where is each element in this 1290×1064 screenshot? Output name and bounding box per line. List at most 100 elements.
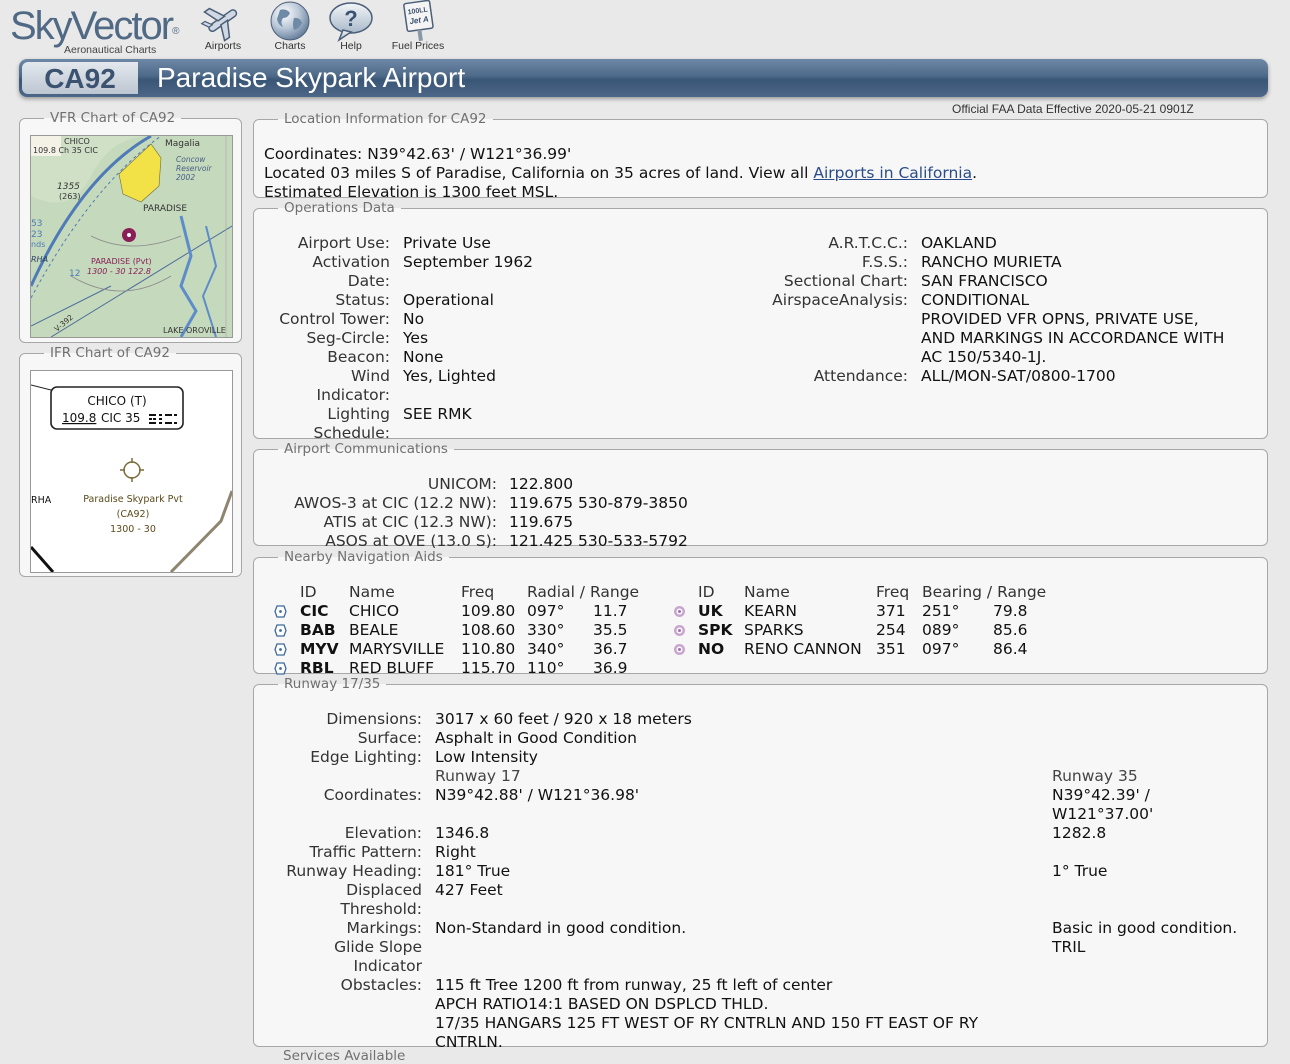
surface-label: Surface: [357,729,422,747]
svg-text:Paradise Skypark Pvt: Paradise Skypark Pvt [83,494,183,505]
navaid-row-freq: 351 [876,640,906,658]
ifr-enroute-map: CHICO (T) 109.8 CIC 35 RHA Paradise Skyp… [31,371,232,572]
navaid-row-freq: 371 [876,602,906,620]
fss-value: RANCHO MURIETA [921,253,1062,271]
airport-name: Paradise Skypark Airport [157,62,466,93]
vfr-chart-image[interactable]: CHICO 109.8 Ch 35 CIC Magalia Concow Res… [30,135,233,338]
rwy17-coordinates: N39°42.88' / W121°36.98' [435,786,640,804]
control-tower-label: Control Tower: [279,310,390,328]
obstacles-line-3: 17/35 HANGARS 125 FT WEST OF RY CNTRLN A… [435,1014,979,1032]
airspace-analysis-note-1: PROVIDED VFR OPNS, PRIVATE USE, [921,310,1199,328]
navaid-row-name: KEARN [744,602,797,620]
svg-text:53: 53 [31,219,42,229]
glide-slope-label-2: Indicator [353,957,423,975]
ifr-chart-panel: IFR Chart of CA92 CHICO (T) 109.8 CIC 35… [19,346,242,577]
fss-label: F.S.S.: [861,253,908,271]
ndb-name-header: Name [744,583,790,601]
runway-heading-label: Runway Heading: [286,862,422,880]
svg-text:(CA92): (CA92) [117,509,150,520]
navaid-row-bearing: 251° [922,602,960,620]
displaced-threshold-label-2: Threshold: [340,900,422,918]
wind-indicator-label: Wind [351,367,390,385]
globe-icon [270,1,310,41]
svg-text:CHICO: CHICO [64,137,90,146]
communications-legend: Airport Communications [284,441,448,457]
navaid-row-radial: 097° [527,602,565,620]
navaid-row-id: MYV [300,640,339,658]
airport-use-value: Private Use [403,234,491,252]
svg-text:PARADISE: PARADISE [143,204,187,214]
navaids-table: ID Name Freq Radial / Range ID Name Freq… [254,564,1267,677]
rwy17-elevation: 1346.8 [435,824,490,842]
navaid-row-freq: 254 [876,621,906,639]
awos-value: 119.675 530-879-3850 [509,494,688,512]
navaid-row-name: RENO CANNON [744,640,862,658]
navaid-row-bearing: 089° [922,621,960,639]
ndb-icon [674,606,685,617]
unicom-label: UNICOM: [427,475,497,493]
navaid-row-freq: 110.80 [461,640,516,658]
navaid-row-range: 11.7 [593,602,628,620]
nav-airports[interactable]: Airports [198,0,248,56]
rwy35-heading: 1° True [1052,862,1108,880]
rwy35-markings: Basic in good condition. [1052,919,1238,937]
nav-help[interactable]: ? Help [326,0,376,56]
sectional-chart-label: Sectional Chart: [783,272,908,290]
rwy17-displaced-threshold: 427 Feet [435,881,503,899]
runway-35-header: Runway 35 [1052,767,1138,785]
rwy35-coordinates-2: W121°37.00' [1052,805,1154,823]
nav-help-label: Help [340,40,362,52]
seg-circle-value: Yes [403,329,429,347]
navaid-row-name: CHICO [349,602,400,620]
navaid-row-id: CIC [300,602,329,620]
activation-value: September 1962 [403,253,534,271]
edge-lighting-value: Low Intensity [435,748,538,766]
dimensions-label: Dimensions: [326,710,422,728]
activation-label: Activation [312,253,390,271]
navaid-row-id: BAB [300,621,336,639]
artcc-value: OAKLAND [921,234,997,252]
ndb-icon [674,625,685,636]
wind-indicator-value: Yes, Lighted [403,367,496,385]
nav-fuel-prices-label: Fuel Prices [391,40,445,52]
vor-radial-header: Radial / Range [527,583,640,601]
svg-text:1355: 1355 [57,182,80,192]
svg-text:(263): (263) [59,192,81,201]
ifr-chart-image[interactable]: CHICO (T) 109.8 CIC 35 RHA Paradise Skyp… [30,370,233,573]
vortac-icon [274,624,287,637]
svg-text:Reservoir: Reservoir [176,164,213,173]
sectional-chart-value: SAN FRANCISCO [921,272,1048,290]
obstacles-line-4: CNTRLN. [435,1033,503,1051]
navaid-row-id: NO [698,640,725,658]
location-description: Located 03 miles S of Paradise, Californ… [264,164,978,182]
airport-title-bar: CA92 Paradise Skypark Airport [19,59,1268,97]
glide-slope-label: Glide Slope [334,938,422,956]
awos-label: AWOS-3 at CIC (12.2 NW): [294,494,497,512]
dimensions-value: 3017 x 60 feet / 920 x 18 meters [435,710,692,728]
vor-id-header: ID [300,583,317,601]
activation-label-2: Date: [347,272,390,290]
skyvector-logo[interactable]: SkyVector® Aeronautical Charts [10,4,190,56]
lighting-schedule-value: SEE RMK [403,405,472,423]
vfr-chart-panel: VFR Chart of CA92 CHICO 109.8 Ch 35 CIC … [19,111,242,343]
nav-charts-label: Charts [274,40,306,52]
vor-icon [274,643,287,656]
location-panel: Location Information for CA92 Coordinate… [253,112,1268,201]
obstacles-line-2: APCH RATIO14:1 BASED ON DSPLCD THLD. [435,995,769,1013]
nav-charts[interactable]: Charts [264,0,316,56]
atis-value: 119.675 [509,513,574,531]
svg-text:?: ? [344,6,357,31]
svg-text:Magalia: Magalia [165,139,200,149]
navaid-row-bearing: 097° [922,640,960,658]
ndb-id-header: ID [698,583,715,601]
airports-in-state-link[interactable]: Airports in California [813,164,972,182]
navaid-row-name: MARYSVILLE [349,640,445,658]
vortac-icon [274,662,287,675]
services-available-legend: Services Available [283,1048,406,1064]
navaid-row-range: 79.8 [993,602,1028,620]
svg-text:Concow: Concow [176,155,206,164]
vfr-sectional-map: CHICO 109.8 Ch 35 CIC Magalia Concow Res… [31,136,232,337]
airport-ident: CA92 [22,62,138,94]
navaid-row-freq: 109.80 [461,602,516,620]
nav-fuel-prices[interactable]: 100LL Jet A Fuel Prices [388,0,448,56]
